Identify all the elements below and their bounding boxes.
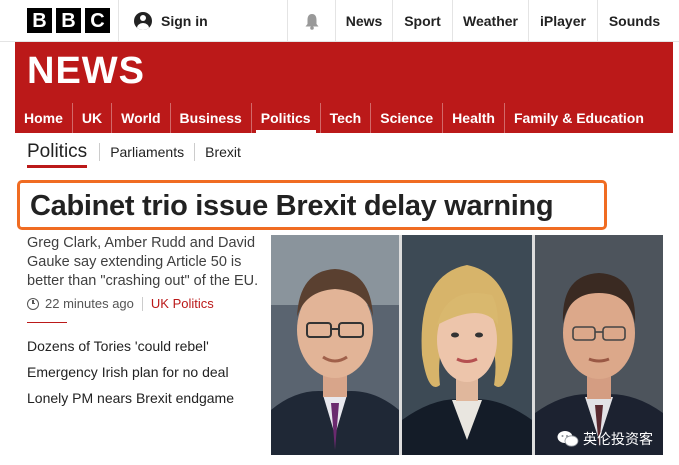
bell-icon	[305, 13, 318, 30]
news-wordmark[interactable]: NEWS	[27, 50, 145, 93]
logo-letter: C	[85, 8, 110, 33]
article-meta: 22 minutes ago UK Politics	[27, 296, 214, 311]
notifications-button[interactable]	[288, 0, 336, 42]
section-tech[interactable]: Tech	[319, 103, 371, 133]
section-world[interactable]: World	[111, 103, 169, 133]
section-family-education[interactable]: Family & Education	[503, 103, 653, 133]
subnav-current[interactable]: Politics	[27, 138, 99, 168]
logo-letter: B	[56, 8, 81, 33]
section-home[interactable]: Home	[15, 103, 72, 133]
related-link[interactable]: Dozens of Tories 'could rebel'	[27, 333, 234, 359]
photo-panel-2	[402, 235, 532, 455]
article-summary: Greg Clark, Amber Rudd and David Gauke s…	[27, 235, 259, 289]
top-nav-weather[interactable]: Weather	[453, 0, 529, 42]
top-nav-iplayer[interactable]: iPlayer	[529, 0, 598, 42]
watermark-text: 英伦投资客	[583, 432, 653, 448]
subnav-parliaments[interactable]: Parliaments	[99, 143, 194, 161]
headline-highlight: Cabinet trio issue Brexit delay warning	[17, 180, 607, 230]
news-banner: NEWS Home UK World Business Politics Tec…	[15, 42, 673, 133]
photo-panel-3	[535, 235, 663, 455]
sign-in-button[interactable]: Sign in	[118, 0, 288, 42]
section-politics[interactable]: Politics	[250, 103, 320, 133]
sign-in-label: Sign in	[161, 13, 208, 29]
related-link[interactable]: Emergency Irish plan for no deal	[27, 359, 234, 385]
user-icon	[134, 12, 152, 30]
top-nav: News Sport Weather iPlayer Sounds	[336, 0, 671, 42]
subnav-brexit[interactable]: Brexit	[194, 143, 251, 161]
top-nav-news[interactable]: News	[336, 0, 393, 42]
photo-panel-1	[271, 235, 399, 455]
article-photo[interactable]: 英伦投资客	[271, 235, 663, 455]
top-nav-sport[interactable]: Sport	[393, 0, 453, 42]
clock-icon	[27, 297, 39, 310]
politics-subnav: Politics Parliaments Brexit	[27, 138, 251, 168]
watermark: 英伦投资客	[557, 429, 653, 449]
section-nav: Home UK World Business Politics Tech Sci…	[15, 103, 673, 133]
timestamp: 22 minutes ago	[45, 296, 134, 311]
top-bar: B B C Sign in News Sport Weather iPlayer…	[0, 0, 679, 42]
article-headline[interactable]: Cabinet trio issue Brexit delay warning	[30, 190, 554, 223]
meta-divider	[141, 296, 143, 311]
divider	[27, 322, 67, 323]
related-link[interactable]: Lonely PM nears Brexit endgame	[27, 385, 234, 411]
top-nav-sounds[interactable]: Sounds	[598, 0, 671, 42]
bbc-logo[interactable]: B B C	[27, 8, 110, 33]
section-tag-link[interactable]: UK Politics	[151, 296, 214, 311]
section-uk[interactable]: UK	[71, 103, 111, 133]
section-business[interactable]: Business	[169, 103, 251, 133]
related-links: Dozens of Tories 'could rebel' Emergency…	[27, 333, 234, 411]
section-science[interactable]: Science	[370, 103, 442, 133]
logo-letter: B	[27, 8, 52, 33]
section-health[interactable]: Health	[442, 103, 504, 133]
wechat-icon	[557, 431, 579, 447]
